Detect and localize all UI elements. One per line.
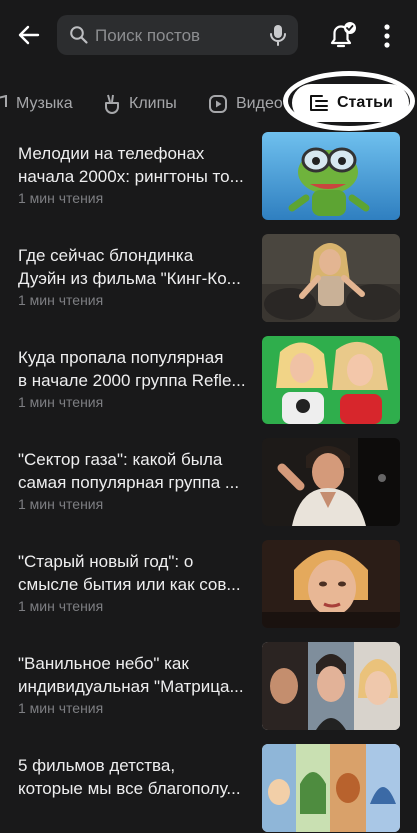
article-title: Мелодии на телефонах начала 2000х: рингт…	[18, 142, 252, 188]
category-tabs: Музыка Клипы Видео Статьи	[0, 82, 417, 126]
article-title: Куда пропала популярная в начале 2000 гр…	[18, 346, 252, 392]
article-item[interactable]: "Ванильное небо" как индивидуальная "Мат…	[0, 636, 417, 731]
article-title-line: смысле бытия или как сов...	[18, 575, 241, 594]
tab-video[interactable]: Видео	[208, 90, 283, 118]
article-thumbnail[interactable]	[262, 132, 400, 220]
read-time: 1 мин чтения	[18, 394, 104, 410]
article-title-line: Дуэйн из фильма "Кинг-Ко...	[18, 269, 241, 288]
article-item[interactable]: 5 фильмов детства, которые мы все благоп…	[0, 738, 417, 833]
article-thumbnail[interactable]	[262, 438, 400, 526]
article-title-line: в начале 2000 группа Refle...	[18, 371, 246, 390]
article-item[interactable]: Куда пропала популярная в начале 2000 гр…	[0, 330, 417, 425]
article-thumbnail[interactable]	[262, 336, 400, 424]
article-title-line: "Ванильное небо" как	[18, 654, 189, 673]
article-title-line: Мелодии на телефонах	[18, 144, 205, 163]
music-icon	[0, 95, 8, 113]
article-title-line: "Старый новый год": о	[18, 552, 194, 571]
tab-clips[interactable]: Клипы	[103, 90, 177, 118]
read-time: 1 мин чтения	[18, 292, 104, 308]
article-thumbnail[interactable]	[262, 744, 400, 832]
article-title: "Сектор газа": какой была самая популярн…	[18, 448, 252, 494]
article-item[interactable]: "Сектор газа": какой была самая популярн…	[0, 432, 417, 527]
search-icon	[69, 25, 89, 50]
clips-icon	[103, 94, 121, 114]
article-title-line: индивидуальная "Матрица...	[18, 677, 244, 696]
back-arrow-icon[interactable]	[14, 20, 44, 50]
tab-video-label: Видео	[236, 95, 283, 112]
tab-articles-label: Статьи	[337, 94, 393, 111]
article-thumbnail[interactable]	[262, 540, 400, 628]
article-item[interactable]: "Старый новый год": о смысле бытия или к…	[0, 534, 417, 629]
read-time: 1 мин чтения	[18, 190, 104, 206]
tab-music-label: Музыка	[16, 95, 73, 112]
tab-music[interactable]: Музыка	[0, 90, 73, 118]
microphone-icon[interactable]	[267, 23, 289, 52]
video-icon	[208, 94, 228, 114]
search-input[interactable]	[93, 15, 267, 57]
top-bar	[0, 0, 417, 72]
article-title: "Ванильное небо" как индивидуальная "Мат…	[18, 652, 252, 698]
article-title-line: 5 фильмов детства,	[18, 756, 176, 775]
article-title-line: которые мы все благополу...	[18, 779, 241, 798]
tab-clips-label: Клипы	[129, 95, 177, 112]
article-title-line: начала 2000х: рингтоны то...	[18, 167, 244, 186]
article-title: 5 фильмов детства, которые мы все благоп…	[18, 754, 252, 800]
read-time: 1 мин чтения	[18, 496, 104, 512]
read-time: 1 мин чтения	[18, 598, 104, 614]
bell-check-icon[interactable]	[326, 18, 358, 52]
article-thumbnail[interactable]	[262, 642, 400, 730]
article-title: Где сейчас блондинка Дуэйн из фильма "Ки…	[18, 244, 252, 290]
article-item[interactable]: Мелодии на телефонах начала 2000х: рингт…	[0, 126, 417, 221]
article-title: "Старый новый год": о смысле бытия или к…	[18, 550, 252, 596]
search-bar[interactable]	[57, 15, 298, 57]
article-title-line: Куда пропала популярная	[18, 348, 224, 367]
article-title-line: "Сектор газа": какой была	[18, 450, 223, 469]
articles-icon	[309, 94, 329, 112]
read-time: 1 мин чтения	[18, 700, 104, 716]
article-title-line: самая популярная группа ...	[18, 473, 240, 492]
article-thumbnail[interactable]	[262, 234, 400, 322]
article-item[interactable]: Где сейчас блондинка Дуэйн из фильма "Ки…	[0, 228, 417, 323]
more-vertical-icon[interactable]	[377, 21, 397, 51]
article-title-line: Где сейчас блондинка	[18, 246, 194, 265]
tab-articles[interactable]: Статьи	[292, 84, 409, 122]
